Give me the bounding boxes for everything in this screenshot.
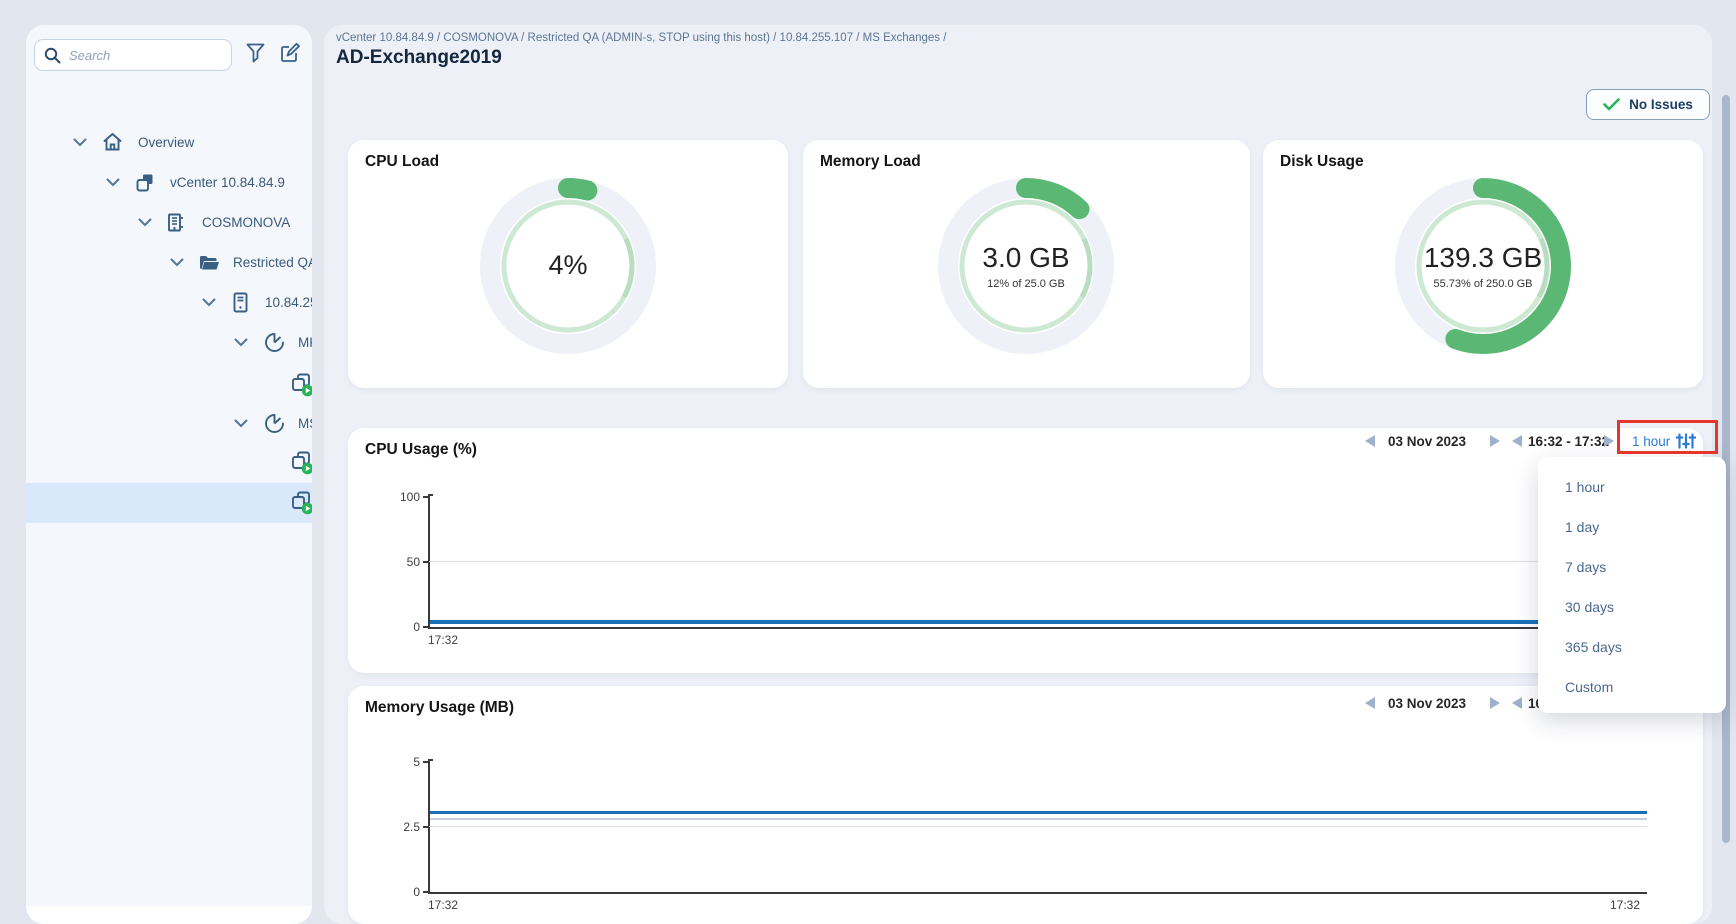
disk-usage-card: Disk Usage 139.3 GB 55.73% of 250.0 GB [1263,140,1703,388]
sidebar-item-label: vCenter 10.84.84.9 [170,175,285,190]
chevron-down-icon[interactable] [138,218,152,227]
card-title: Memory Load [820,153,921,171]
sidebar-item-label: 10.84.255.10 [265,295,312,310]
sidebar-item-vcenter[interactable]: vCenter 10.84.84.9 [26,162,312,202]
search-input[interactable] [69,48,219,63]
card-title: CPU Load [365,153,439,171]
x-tick-end: 17:32 [1610,898,1640,912]
prev-range-button[interactable] [1512,435,1522,447]
memory-load-card: Memory Load 3.0 GB 12% of 25.0 GB [803,140,1250,388]
y-tick: 5 [386,755,420,769]
chart-title: Memory Usage (MB) [365,699,514,717]
gridline-2-5 [429,826,1647,827]
horizontal-scrollbar[interactable] [26,906,312,924]
date-label: 03 Nov 2023 [1388,434,1466,449]
sidebar-item-label: MS Exc [298,416,312,431]
sidebar-item-mk-pool[interactable]: MK [26,322,312,362]
gauge-sublabel: 12% of 25.0 GB [906,278,1146,290]
folder-icon [198,253,221,272]
page-title: AD-Exchange2019 [336,47,502,69]
vm-icon [290,450,312,476]
prev-date-button[interactable] [1365,435,1375,447]
datacenter-icon [165,212,186,233]
dropdown-item-7-days[interactable]: 7 days [1538,547,1726,587]
sidebar: Overview vCenter 10.84.84.9 COSMONOVA Re… [26,25,312,924]
chevron-down-icon[interactable] [234,338,248,347]
sidebar-item-cosmonova[interactable]: COSMONOVA [26,202,312,242]
vm-icon [290,372,312,398]
breadcrumb[interactable]: vCenter 10.84.84.9 / COSMONOVA / Restric… [336,32,946,44]
gauge-value: 3.0 GB [906,242,1146,274]
x-tick-start: 17:32 [428,633,458,647]
next-range-button[interactable] [1604,435,1614,447]
search-icon [44,47,61,64]
sidebar-item-host[interactable]: 10.84.255.10 [26,282,312,322]
chart-title: CPU Usage (%) [365,441,477,459]
x-axis [428,892,1647,894]
dropdown-item-1-hour[interactable]: 1 hour [1538,467,1726,507]
sidebar-item-ms-exchanges[interactable]: MS Exc [26,403,312,443]
cpu-load-card: CPU Load 4% [348,140,788,388]
vcenter-icon [134,172,156,193]
gridline-50 [429,561,1647,562]
resource-pool-icon [264,413,285,434]
chevron-down-icon[interactable] [234,419,248,428]
host-icon [232,292,249,313]
memory-usage-line [430,811,1647,815]
chevron-down-icon[interactable] [202,298,216,307]
next-date-button[interactable] [1490,435,1500,447]
y-tick: 0 [386,885,420,899]
date-label: 03 Nov 2023 [1388,696,1466,711]
interval-dropdown-menu: 1 hour 1 day 7 days 30 days 365 days Cus… [1538,457,1726,713]
sidebar-item-label: Overview [138,135,194,150]
prev-date-button[interactable] [1365,697,1375,709]
y-tick: 0 [386,620,420,634]
sidebar-item-restricted-qa[interactable]: Restricted QA (AD [26,242,312,282]
cpu-usage-chart-card: CPU Usage (%) 03 Nov 2023 16:32 - 17:32 … [348,428,1703,673]
search-box[interactable] [34,39,232,71]
memory-usage-chart-card: Memory Usage (MB) 03 Nov 2023 16:32 - 17… [348,686,1703,924]
status-badge-label: No Issues [1629,97,1693,112]
check-icon [1603,98,1620,111]
status-badge[interactable]: No Issues [1586,89,1710,120]
y-tick: 100 [386,490,420,504]
chevron-down-icon[interactable] [73,138,87,147]
gauge-value: 4% [448,250,688,281]
sidebar-item-label: Restricted QA (AD [233,255,312,270]
prev-range-button[interactable] [1512,697,1522,709]
y-tick: 2.5 [386,820,420,834]
sidebar-item-overview[interactable]: Overview [26,122,312,162]
chevron-down-icon[interactable] [170,258,184,267]
sidebar-item-vm-ad-exchange2019[interactable]: AD [26,483,312,523]
sidebar-item-vm-ad1[interactable]: AD [26,443,312,483]
vm-icon [290,490,312,516]
dropdown-item-1-day[interactable]: 1 day [1538,507,1726,547]
card-title: Disk Usage [1280,153,1364,171]
dropdown-item-30-days[interactable]: 30 days [1538,587,1726,627]
next-date-button[interactable] [1490,697,1500,709]
sidebar-item-label: MK [298,335,312,350]
dropdown-item-365-days[interactable]: 365 days [1538,627,1726,667]
time-range-label: 16:32 - 17:32 [1528,434,1609,449]
home-icon [102,132,123,152]
sidebar-item-label: COSMONOVA [202,215,290,230]
gauge-value: 139.3 GB [1363,242,1603,274]
x-tick-start: 17:32 [428,898,458,912]
filter-icon[interactable] [246,43,265,64]
gauge-sublabel: 55.73% of 250.0 GB [1363,278,1603,290]
resource-pool-icon [264,332,285,353]
chevron-down-icon[interactable] [106,178,120,187]
x-axis [428,627,1647,629]
dropdown-item-custom[interactable]: Custom [1538,667,1726,707]
cpu-usage-line [430,620,1647,624]
sidebar-item-vm-mk[interactable]: MK [26,365,312,405]
y-tick: 50 [386,555,420,569]
edit-icon[interactable] [279,41,301,63]
memory-line-shadow [430,818,1647,820]
annotation-highlight-box [1617,420,1718,454]
